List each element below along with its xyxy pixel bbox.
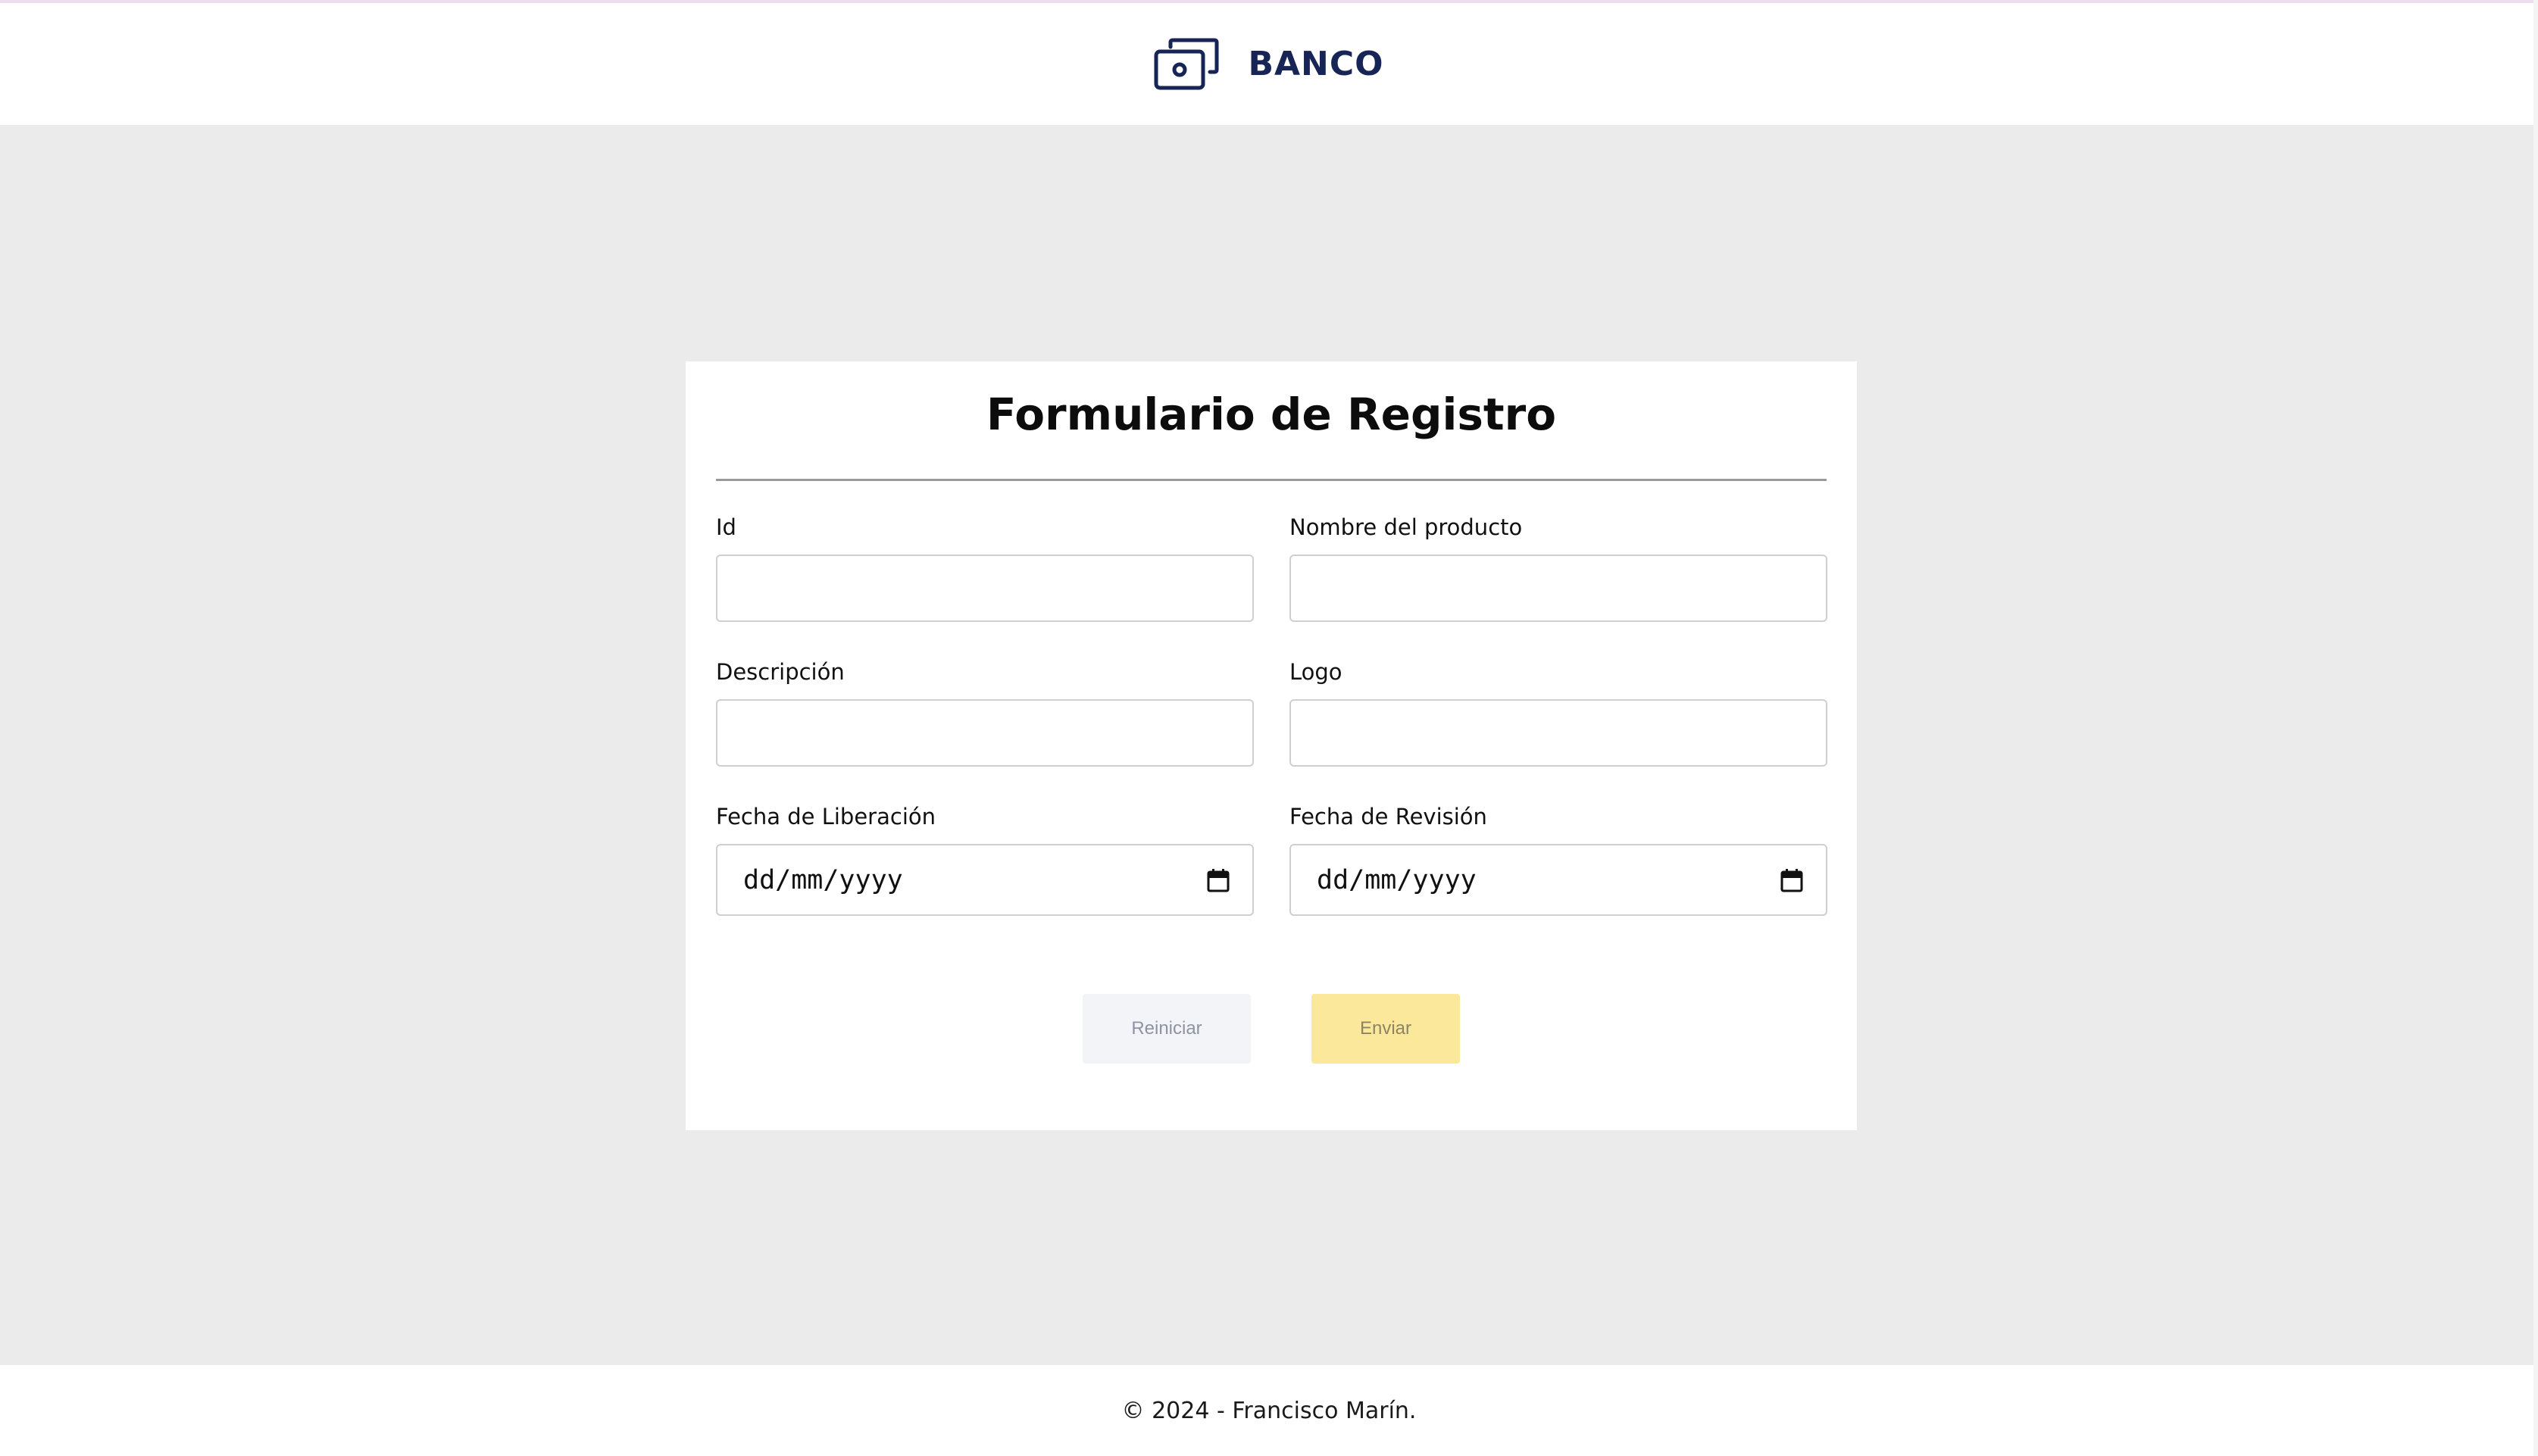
product-name-input[interactable] [1289, 555, 1827, 622]
footer-copyright: © 2024 - Francisco Marín. [1121, 1397, 1417, 1424]
window-edge [2533, 0, 2538, 1456]
revision-date-input[interactable]: dd/mm/yyyy [1289, 844, 1827, 916]
footer: © 2024 - Francisco Marín. [0, 1365, 2538, 1456]
description-input[interactable] [716, 699, 1254, 767]
id-label: Id [716, 514, 736, 540]
registration-form-card: Formulario de Registro Id Nombre del pro… [686, 361, 1857, 1130]
logo-input[interactable] [1289, 699, 1827, 767]
brand-name: BANCO [1248, 45, 1384, 83]
product-name-label: Nombre del producto [1289, 514, 1523, 540]
description-label: Descripción [716, 659, 845, 685]
id-field-group: Id [716, 513, 1254, 622]
banknote-icon [1154, 38, 1219, 89]
release-date-input[interactable]: dd/mm/yyyy [716, 844, 1254, 916]
release-date-field-group: Fecha de Liberación dd/mm/yyyy [716, 802, 1254, 916]
logo-field-group: Logo [1289, 658, 1827, 767]
release-date-value: dd/mm/yyyy [743, 864, 903, 895]
title-divider [716, 479, 1827, 481]
page: BANCO Formulario de Registro Id Nombre d… [0, 0, 2538, 1456]
header: BANCO [0, 3, 2538, 125]
brand[interactable]: BANCO [1154, 38, 1383, 91]
logo-label: Logo [1289, 659, 1342, 685]
main-area: Formulario de Registro Id Nombre del pro… [0, 125, 2538, 1365]
submit-button[interactable]: Enviar [1311, 994, 1460, 1064]
reset-button[interactable]: Reiniciar [1083, 994, 1251, 1064]
calendar-icon[interactable] [1207, 868, 1230, 892]
revision-date-field-group: Fecha de Revisión dd/mm/yyyy [1289, 802, 1827, 916]
product-name-field-group: Nombre del producto [1289, 513, 1827, 622]
description-field-group: Descripción [716, 658, 1254, 767]
revision-date-label: Fecha de Revisión [1289, 804, 1487, 830]
revision-date-value: dd/mm/yyyy [1317, 864, 1477, 895]
calendar-icon[interactable] [1780, 868, 1803, 892]
id-input[interactable] [716, 555, 1254, 622]
form-title: Formulario de Registro [986, 389, 1557, 440]
release-date-label: Fecha de Liberación [716, 804, 936, 830]
